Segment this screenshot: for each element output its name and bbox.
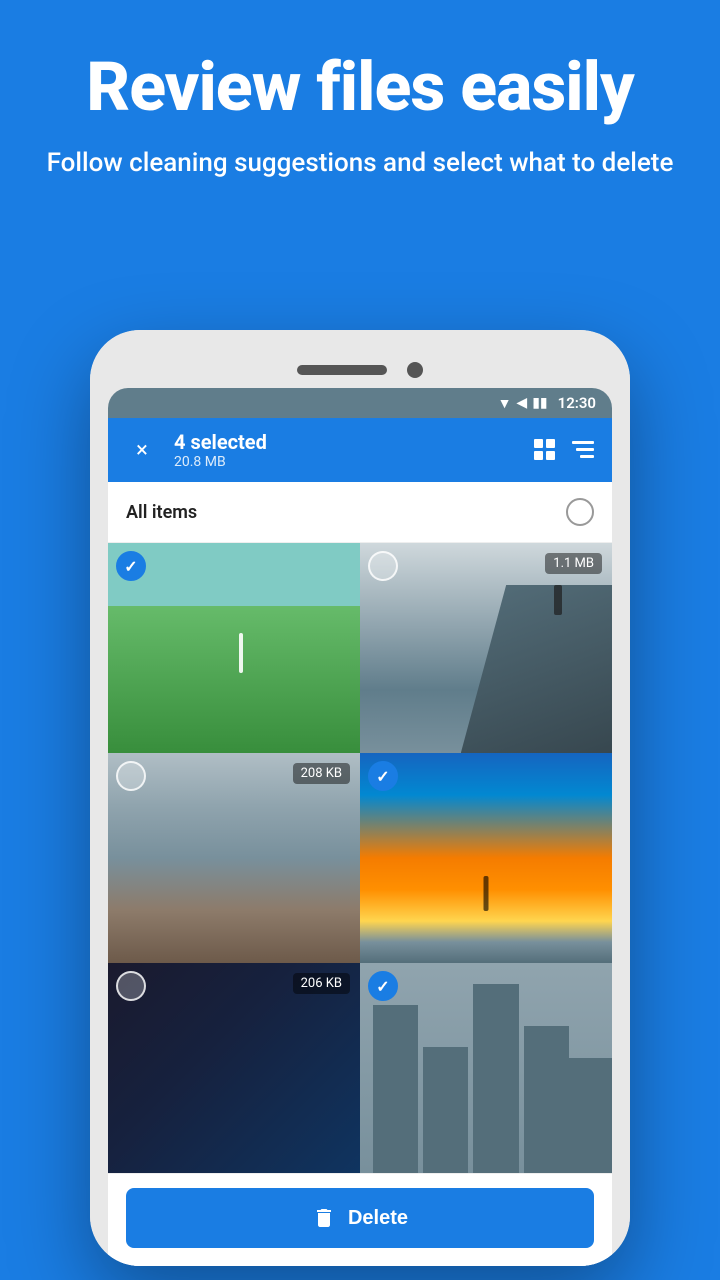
checkbox-6[interactable] xyxy=(368,971,398,1001)
photo-item-3[interactable]: 208 KB xyxy=(108,753,360,963)
hero-section: Review files easily Follow cleaning sugg… xyxy=(0,50,720,181)
file-size-3: 208 KB xyxy=(293,763,350,784)
checkbox-2[interactable] xyxy=(368,551,398,581)
signal-icon: ◀ xyxy=(516,395,527,411)
select-all-button[interactable] xyxy=(566,498,594,526)
grid-icon xyxy=(534,439,556,461)
phone-screen: ▼ ◀ ▮▮ 12:30 × 4 selected 20.8 MB xyxy=(108,388,612,1266)
camera xyxy=(407,362,423,378)
phone-notch xyxy=(108,348,612,388)
selected-size: 20.8 MB xyxy=(174,454,518,470)
photo-item-6[interactable] xyxy=(360,963,612,1173)
status-icons: ▼ ◀ ▮▮ xyxy=(498,395,548,412)
sort-button[interactable] xyxy=(572,441,594,459)
phone-mockup: ▼ ◀ ▮▮ 12:30 × 4 selected 20.8 MB xyxy=(90,330,630,1266)
close-button[interactable]: × xyxy=(126,434,158,466)
speaker xyxy=(297,365,387,375)
delete-label: Delete xyxy=(348,1207,408,1230)
selection-info: 4 selected 20.8 MB xyxy=(174,430,518,470)
wifi-icon: ▼ xyxy=(498,395,512,412)
photo-item-1[interactable] xyxy=(108,543,360,753)
app-toolbar: × 4 selected 20.8 MB xyxy=(108,418,612,482)
trash-icon xyxy=(312,1206,336,1230)
all-items-label: All items xyxy=(126,502,197,523)
checkbox-3[interactable] xyxy=(116,761,146,791)
status-bar: ▼ ◀ ▮▮ 12:30 xyxy=(108,388,612,418)
delete-bar: Delete xyxy=(108,1173,612,1266)
close-icon: × xyxy=(136,438,148,463)
phone-wrapper: ▼ ◀ ▮▮ 12:30 × 4 selected 20.8 MB xyxy=(90,330,630,1266)
hero-subtitle: Follow cleaning suggestions and select w… xyxy=(30,145,690,181)
grid-view-button[interactable] xyxy=(534,439,556,461)
delete-button[interactable]: Delete xyxy=(126,1188,594,1248)
checkbox-1[interactable] xyxy=(116,551,146,581)
hero-title: Review files easily xyxy=(30,50,690,125)
photo-item-5[interactable]: 206 KB xyxy=(108,963,360,1173)
phone-shell: ▼ ◀ ▮▮ 12:30 × 4 selected 20.8 MB xyxy=(90,330,630,1266)
photo-item-2[interactable]: 1.1 MB xyxy=(360,543,612,753)
battery-icon: ▮▮ xyxy=(532,395,547,411)
photo-item-4[interactable] xyxy=(360,753,612,963)
status-time: 12:30 xyxy=(558,394,596,412)
file-size-5: 206 KB xyxy=(293,973,350,994)
toolbar-actions xyxy=(534,439,594,461)
photo-grid: 1.1 MB 208 KB xyxy=(108,543,612,1173)
sort-icon xyxy=(572,441,594,459)
all-items-row: All items xyxy=(108,482,612,543)
checkbox-4[interactable] xyxy=(368,761,398,791)
file-size-2: 1.1 MB xyxy=(545,553,602,574)
checkbox-5[interactable] xyxy=(116,971,146,1001)
selected-count: 4 selected xyxy=(174,430,518,454)
